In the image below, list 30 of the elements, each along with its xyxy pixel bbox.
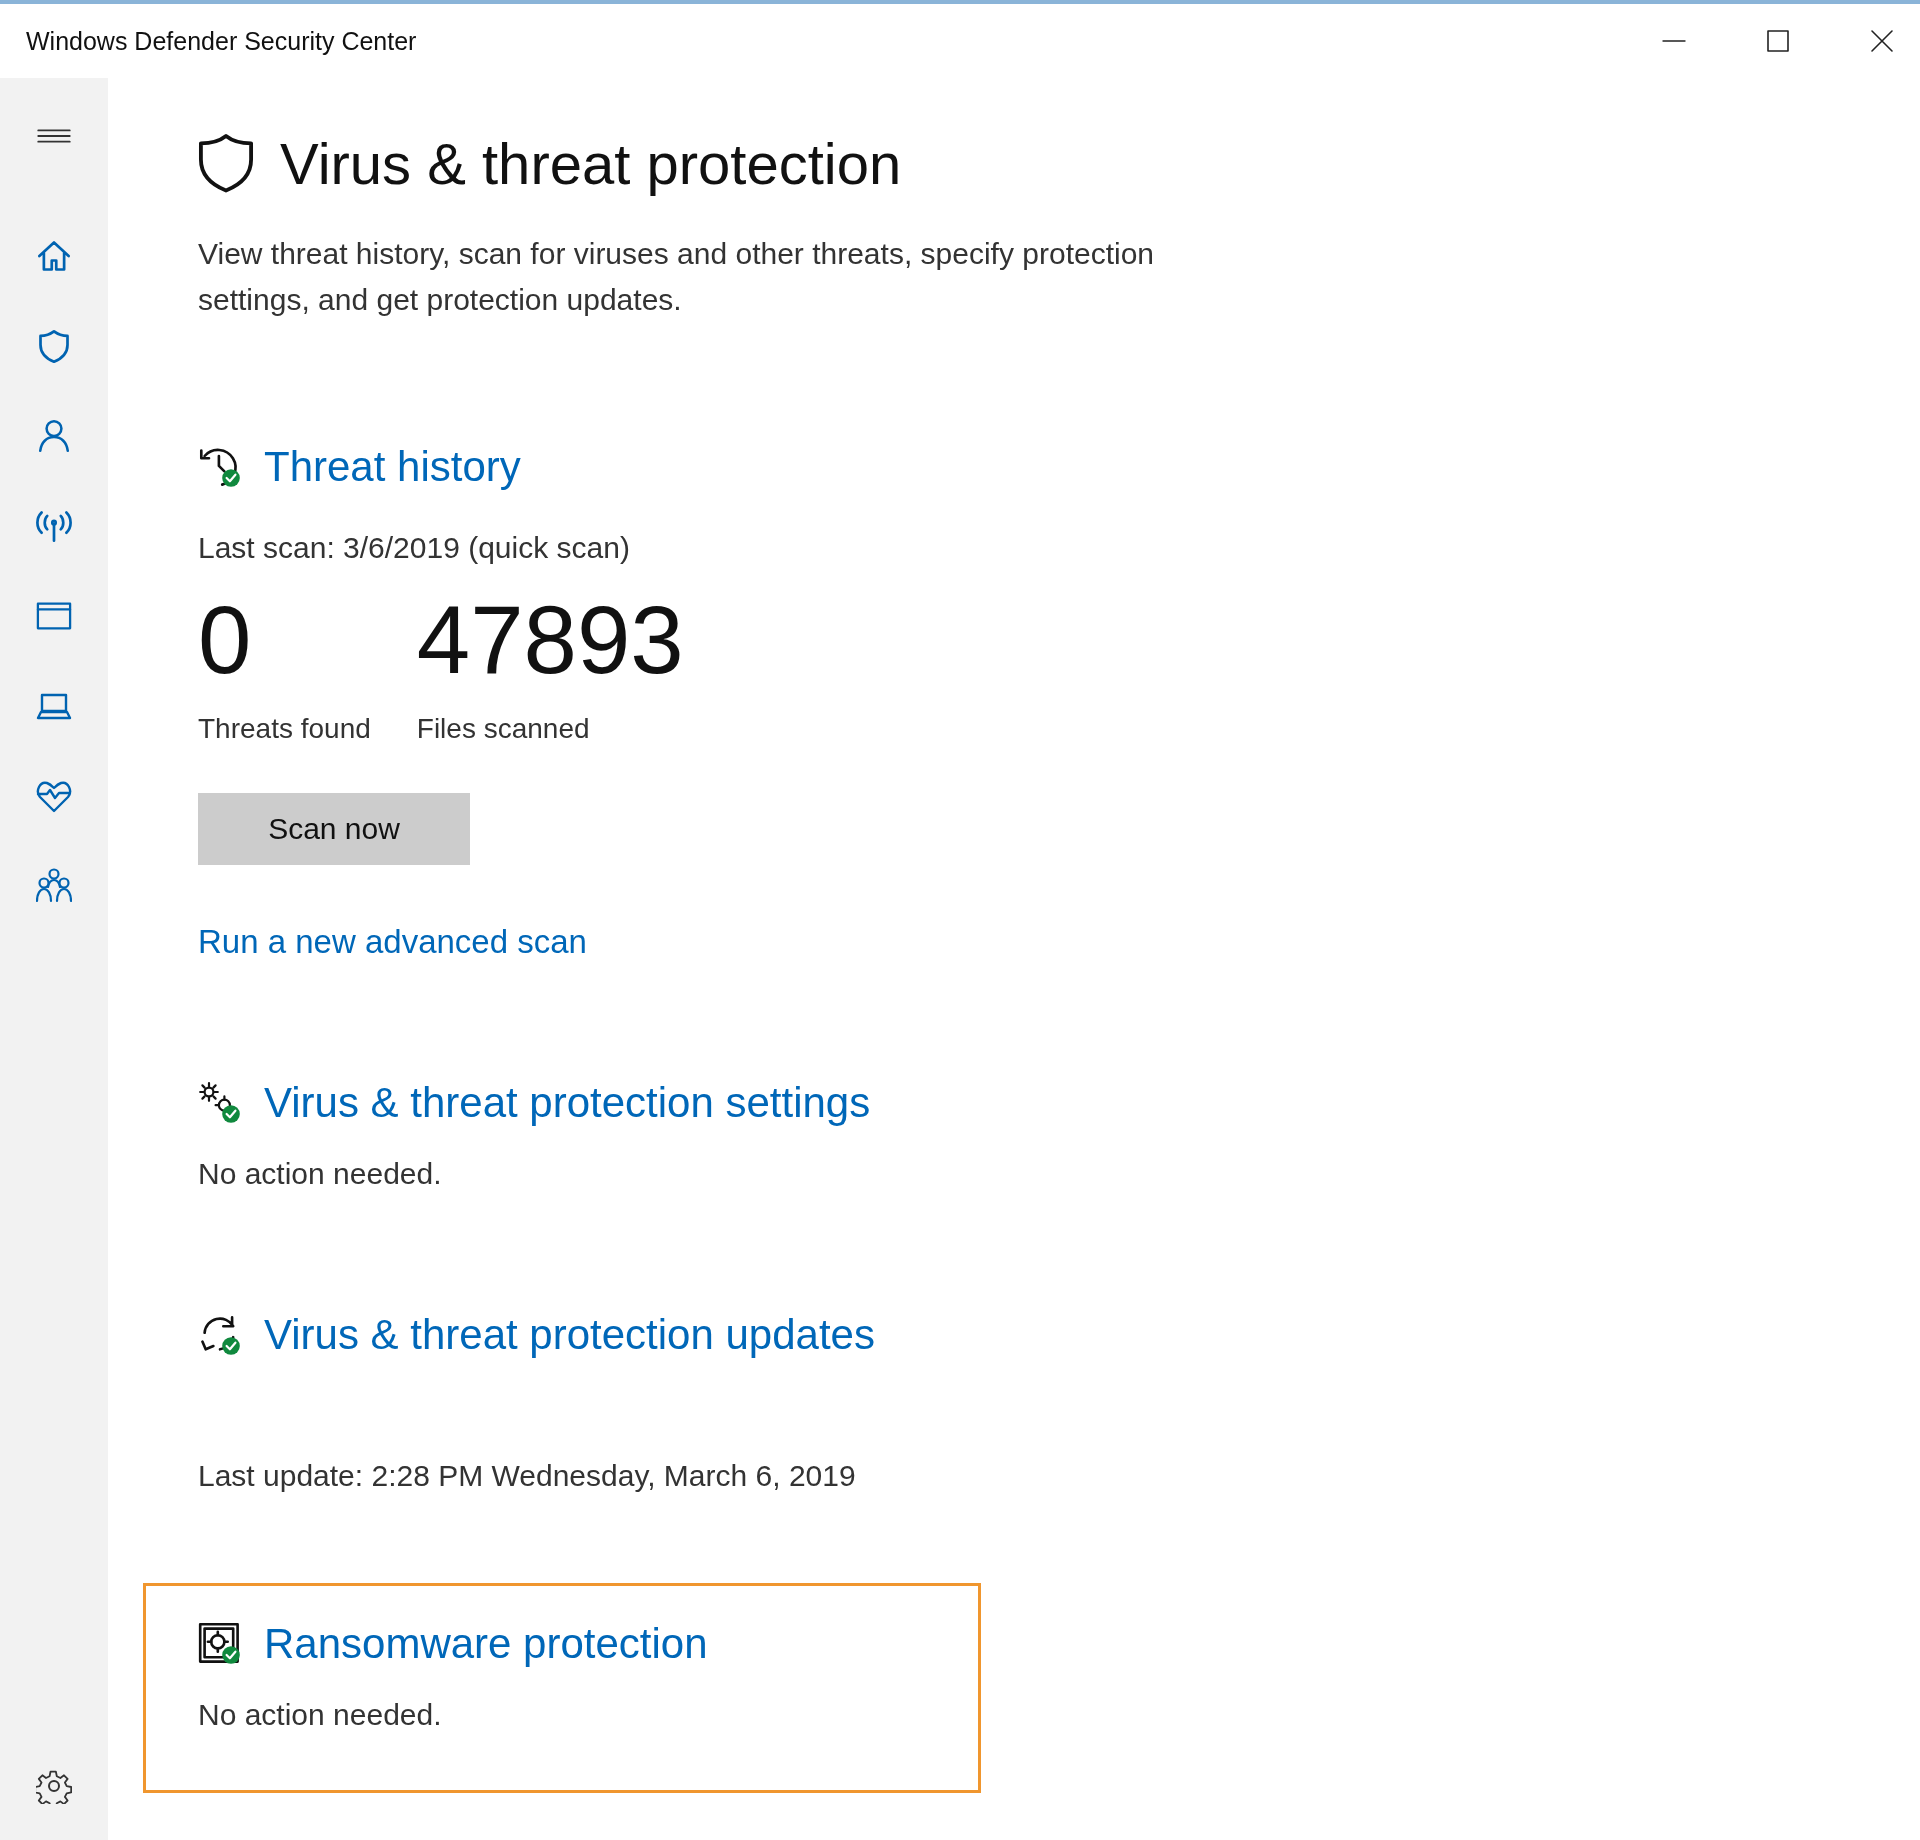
settings-icon[interactable]	[36, 1768, 72, 1804]
advanced-scan-link[interactable]: Run a new advanced scan	[198, 923, 587, 961]
stat-value: 47893	[416, 585, 684, 695]
section-link[interactable]: Virus & threat protection settings	[264, 1079, 871, 1127]
person-icon[interactable]	[36, 418, 72, 454]
heart-icon[interactable]	[36, 778, 72, 814]
sync-check-icon	[198, 1313, 242, 1357]
scan-now-button[interactable]: Scan now	[198, 793, 470, 865]
section-link[interactable]: Ransomware protection	[264, 1620, 708, 1668]
antenna-icon[interactable]	[36, 508, 72, 544]
page-description: View threat history, scan for viruses and other threats, specify protection settings, and get protection updates.	[198, 236, 1155, 318]
section-link[interactable]: Threat history	[264, 443, 521, 491]
stat-value: 0	[198, 585, 253, 695]
home-icon[interactable]	[36, 238, 72, 274]
people-icon[interactable]	[36, 868, 72, 904]
status-text: Last update: 2:28 PM Wednesday, March 6, 2019	[198, 1459, 856, 1493]
shield-icon	[196, 132, 256, 195]
status-text: No action needed.	[198, 1698, 442, 1732]
window-title: Windows Defender Security Center	[26, 26, 417, 56]
maximize-icon[interactable]	[1766, 29, 1790, 53]
stat-label: Files scanned	[416, 713, 591, 745]
vault-check-icon	[198, 1622, 242, 1666]
gears-check-icon	[198, 1081, 242, 1125]
section-link[interactable]: Virus & threat protection updates	[264, 1311, 875, 1359]
status-text: Last scan: 3/6/2019 (quick scan)	[198, 531, 630, 565]
page-title: Virus & threat protection	[280, 130, 902, 197]
stat-label: Threats found	[198, 713, 371, 745]
close-icon[interactable]	[1870, 29, 1894, 53]
shield-icon[interactable]	[36, 328, 72, 364]
status-text: No action needed.	[198, 1157, 442, 1191]
